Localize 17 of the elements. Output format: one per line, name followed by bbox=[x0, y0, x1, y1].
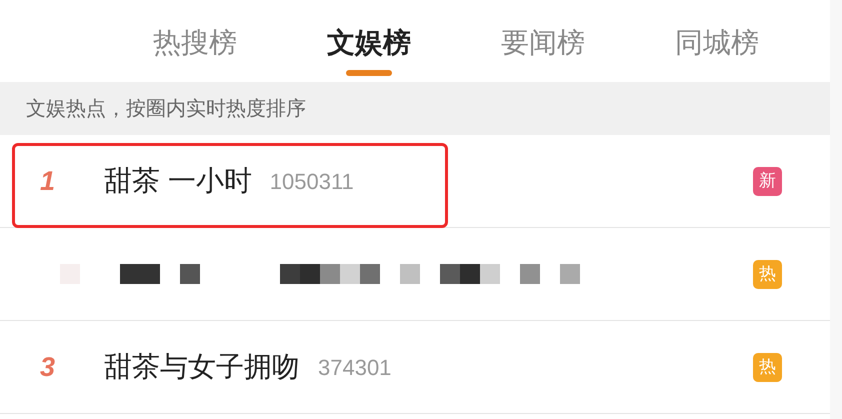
tab[interactable]: 热搜榜 bbox=[108, 0, 282, 82]
badge: 热 bbox=[753, 352, 782, 382]
tab[interactable]: 要闻榜 bbox=[456, 0, 630, 82]
heat-count: 1050311 bbox=[270, 168, 354, 196]
rank-number: 1 bbox=[39, 164, 56, 198]
subtitle-bar: 文娱热点，按圈内实时热度排序 bbox=[0, 82, 830, 135]
tab[interactable]: 文娱榜 bbox=[282, 0, 456, 82]
topic-title[interactable]: 甜茶与女子拥吻 bbox=[104, 346, 300, 388]
tab[interactable]: 同城榜 bbox=[630, 0, 804, 82]
rank-number: 3 bbox=[39, 350, 56, 384]
list-row[interactable]: 1 甜茶 一小时 1050311 新 bbox=[0, 135, 830, 228]
badge: 新 bbox=[753, 166, 782, 196]
badge: 热 bbox=[753, 260, 782, 288]
tab-underline bbox=[346, 70, 392, 76]
list-row[interactable]: 3 甜茶与女子拥吻 374301 热 bbox=[0, 321, 830, 414]
heat-count: 374301 bbox=[318, 354, 392, 382]
topic-title[interactable]: 甜茶 一小时 bbox=[104, 160, 252, 202]
